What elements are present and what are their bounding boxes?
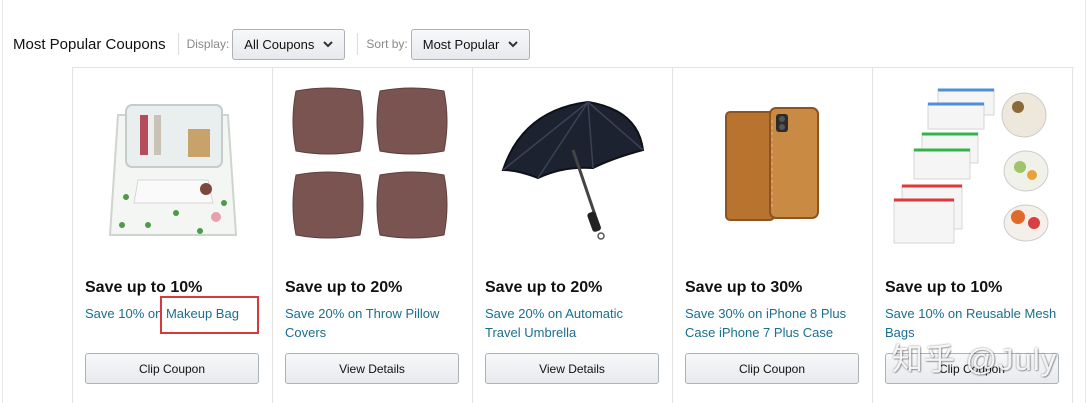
- divider: [177, 33, 179, 55]
- sort-dropdown[interactable]: Most Popular: [410, 28, 531, 60]
- phone-case-image[interactable]: [685, 80, 861, 250]
- sort-label: Sort by:: [366, 37, 408, 51]
- coupon-title: Save up to 10%: [85, 279, 203, 296]
- coupon-card: Save up to 30% Save 30% on iPhone 8 Plus…: [673, 68, 873, 403]
- display-dropdown[interactable]: All Coupons: [232, 28, 346, 60]
- highlight-box: [160, 296, 259, 334]
- coupon-title: Save up to 20%: [485, 279, 603, 296]
- view-details-button[interactable]: View Details: [285, 353, 459, 384]
- display-dropdown-value: All Coupons: [244, 36, 315, 52]
- coupon-description-line[interactable]: Covers: [285, 323, 463, 342]
- coupon-card: Save up to 20% Save 20% on Automatic Tra…: [473, 68, 673, 403]
- makeup-bag-image[interactable]: [85, 80, 261, 250]
- coupon-description[interactable]: Save 20% on Automatic Travel Umbrella: [485, 304, 663, 342]
- coupon-description[interactable]: Save 20% on Throw Pillow Covers: [285, 304, 463, 342]
- sort-dropdown-value: Most Popular: [422, 36, 500, 52]
- coupon-description-line[interactable]: Save 20% on Automatic: [485, 304, 663, 323]
- coupon-title: Save up to 30%: [685, 279, 803, 296]
- chevron-down-icon: [323, 41, 334, 48]
- umbrella-image[interactable]: [485, 80, 661, 250]
- coupon-description-line[interactable]: Save 10% on Reusable Mesh: [885, 304, 1063, 323]
- coupon-description-line[interactable]: Travel Umbrella: [485, 323, 663, 342]
- coupon-description[interactable]: Save 30% on iPhone 8 Plus Case iPhone 7 …: [685, 304, 863, 342]
- coupon-description-line[interactable]: Case iPhone 7 Plus Case: [685, 323, 863, 342]
- section-heading: Most Popular Coupons: [13, 35, 166, 53]
- divider: [357, 33, 359, 55]
- clip-coupon-button[interactable]: Clip Coupon: [685, 353, 859, 384]
- coupon-description-line[interactable]: Save 30% on iPhone 8 Plus: [685, 304, 863, 323]
- coupon-title: Save up to 10%: [885, 279, 1003, 296]
- throw-pillows-image[interactable]: [285, 80, 461, 250]
- coupon-card: Save up to 20% Save 20% on Throw Pillow …: [273, 68, 473, 403]
- chevron-down-icon: [508, 41, 519, 48]
- watermark: 知乎 @July: [892, 342, 1058, 377]
- coupon-card: Save up to 10% Save 10% on Makeup Bag Cl…: [73, 68, 273, 403]
- clip-coupon-button[interactable]: Clip Coupon: [85, 353, 259, 384]
- coupon-description-line[interactable]: Save 20% on Throw Pillow: [285, 304, 463, 323]
- coupon-toolbar: Most Popular Coupons Display: All Coupon…: [13, 28, 542, 60]
- view-details-button[interactable]: View Details: [485, 353, 659, 384]
- display-label: Display:: [186, 37, 230, 51]
- mesh-bags-image[interactable]: [885, 80, 1061, 250]
- coupon-title: Save up to 20%: [285, 279, 403, 296]
